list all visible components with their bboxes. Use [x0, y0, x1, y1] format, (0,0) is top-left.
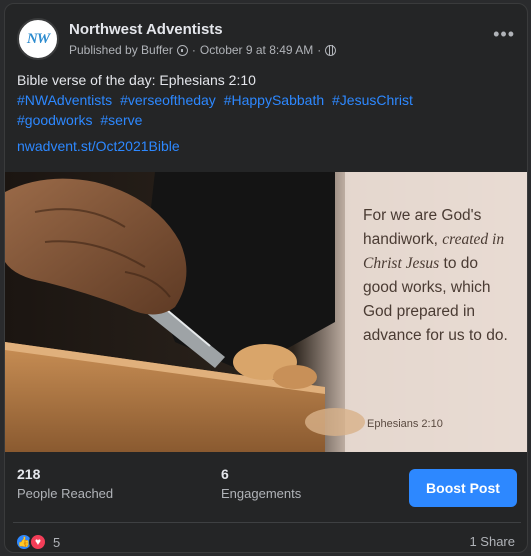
- insights-bar: 218 People Reached 6 Engagements Boost P…: [5, 456, 527, 518]
- verse-line: good works, which: [363, 279, 491, 296]
- post-url-link[interactable]: nwadvent.st/Oct2021Bible: [17, 138, 180, 154]
- post-body: Bible verse of the day: Ephesians 2:10 #…: [17, 70, 517, 156]
- people-reached-value: 218: [17, 466, 41, 482]
- share-count[interactable]: 1 Share: [469, 534, 515, 549]
- separator-dot: ·: [191, 43, 196, 57]
- verse-segment: handiwork,: [363, 231, 438, 248]
- hashtags: #NWAdventists #verseoftheday #HappySabba…: [17, 90, 497, 130]
- hashtag-link[interactable]: #goodworks: [17, 112, 93, 128]
- more-options-icon[interactable]: •••: [493, 24, 515, 45]
- post-meta: Published by Buffer · October 9 at 8:49 …: [69, 43, 337, 57]
- post-card: NW Northwest Adventists Published by Buf…: [4, 3, 528, 553]
- hashtag-link[interactable]: #JesusChrist: [332, 92, 413, 108]
- people-reached-stat[interactable]: 218 People Reached: [17, 466, 113, 501]
- verse-line: For we are God's: [363, 207, 482, 224]
- post-timestamp[interactable]: October 9 at 8:49 AM: [200, 43, 313, 57]
- verse-line: God prepared in: [363, 303, 476, 320]
- boost-post-button[interactable]: Boost Post: [409, 469, 517, 507]
- separator-dot: ·: [317, 43, 322, 57]
- people-reached-label: People Reached: [17, 486, 114, 501]
- page-name-link[interactable]: Northwest Adventists: [69, 21, 223, 38]
- verse-segment-cursive: created in: [442, 231, 505, 248]
- verse-line: handiwork, created in: [363, 228, 523, 252]
- love-reaction-icon: ♥: [29, 533, 47, 551]
- engagements-value: 6: [221, 466, 229, 482]
- post-text-line: Bible verse of the day: Ephesians 2:10: [17, 72, 256, 88]
- hashtag-link[interactable]: #verseoftheday: [120, 92, 216, 108]
- verse-text: For we are God's handiwork, created in C…: [363, 204, 523, 348]
- published-by-text: Published by Buffer: [69, 43, 173, 57]
- reaction-count: 5: [53, 534, 61, 550]
- info-icon[interactable]: [176, 44, 188, 56]
- reactions-summary[interactable]: 👍 ♥ 5: [15, 532, 60, 552]
- verse-line: advance for us to do.: [363, 327, 508, 344]
- post-image[interactable]: For we are God's handiwork, created in C…: [5, 172, 527, 452]
- engagements-label: Engagements: [221, 486, 302, 501]
- page-avatar[interactable]: NW: [17, 18, 59, 60]
- divider: [13, 522, 521, 523]
- hashtag-link[interactable]: #HappySabbath: [224, 92, 324, 108]
- post-link-row: nwadvent.st/Oct2021Bible: [17, 136, 517, 156]
- engagements-stat[interactable]: 6 Engagements: [221, 466, 301, 501]
- verse-reference: Ephesians 2:10: [367, 418, 443, 430]
- hashtag-link[interactable]: #serve: [100, 112, 142, 128]
- verse-segment-cursive: Christ Jesus: [363, 255, 440, 272]
- post-header: NW Northwest Adventists Published by Buf…: [15, 18, 521, 62]
- avatar-logo: NW: [26, 30, 50, 47]
- hashtag-link[interactable]: #NWAdventists: [17, 92, 112, 108]
- verse-segment: to do: [443, 255, 479, 272]
- globe-icon[interactable]: [325, 44, 337, 56]
- verse-line: Christ Jesus to do: [363, 252, 523, 276]
